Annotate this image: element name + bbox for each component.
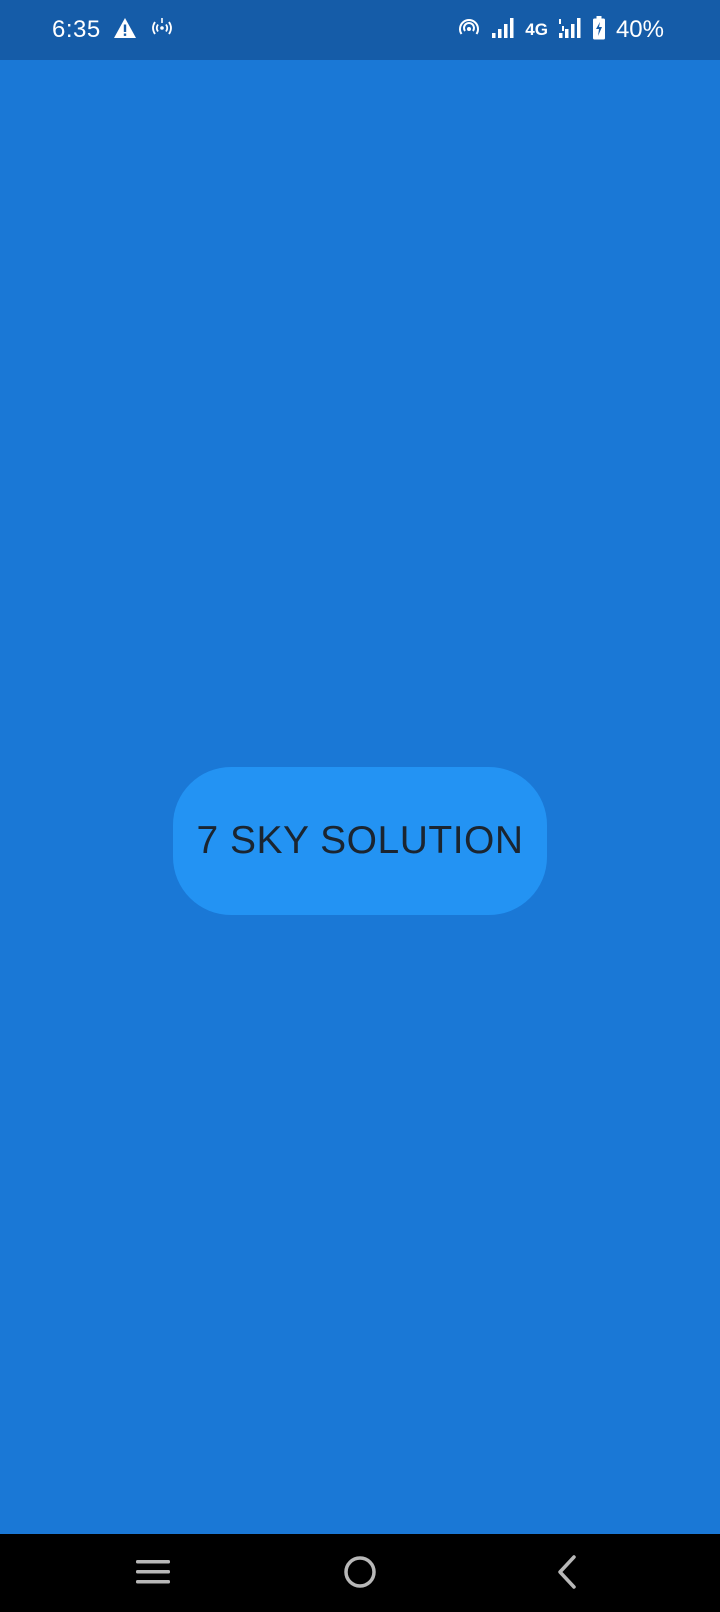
brand-label: 7 SKY SOLUTION xyxy=(196,819,524,862)
splash-screen: 7 SKY SOLUTION xyxy=(0,60,720,1534)
status-bar: 6:35 4G 40% xyxy=(0,0,720,60)
home-button[interactable] xyxy=(332,1546,388,1602)
status-time: 6:35 xyxy=(52,16,101,43)
back-button[interactable] xyxy=(539,1546,595,1602)
wifi-calling-icon xyxy=(149,17,175,44)
home-icon xyxy=(342,1554,378,1595)
battery-charging-icon xyxy=(592,15,606,45)
signal-icon xyxy=(558,17,582,44)
navigation-bar xyxy=(0,1534,720,1612)
hotspot-icon xyxy=(457,17,481,44)
brand-logo-pill: 7 SKY SOLUTION xyxy=(173,767,547,915)
network-type-label: 4G xyxy=(525,20,548,39)
status-left-group: 6:35 xyxy=(52,0,175,60)
recent-apps-icon xyxy=(135,1557,171,1592)
warning-icon xyxy=(113,17,137,44)
status-right-group: 4G 40% xyxy=(457,0,664,60)
back-icon xyxy=(552,1554,582,1595)
signal-icon xyxy=(491,17,515,44)
battery-percent: 40% xyxy=(615,16,664,43)
recent-apps-button[interactable] xyxy=(125,1546,181,1602)
